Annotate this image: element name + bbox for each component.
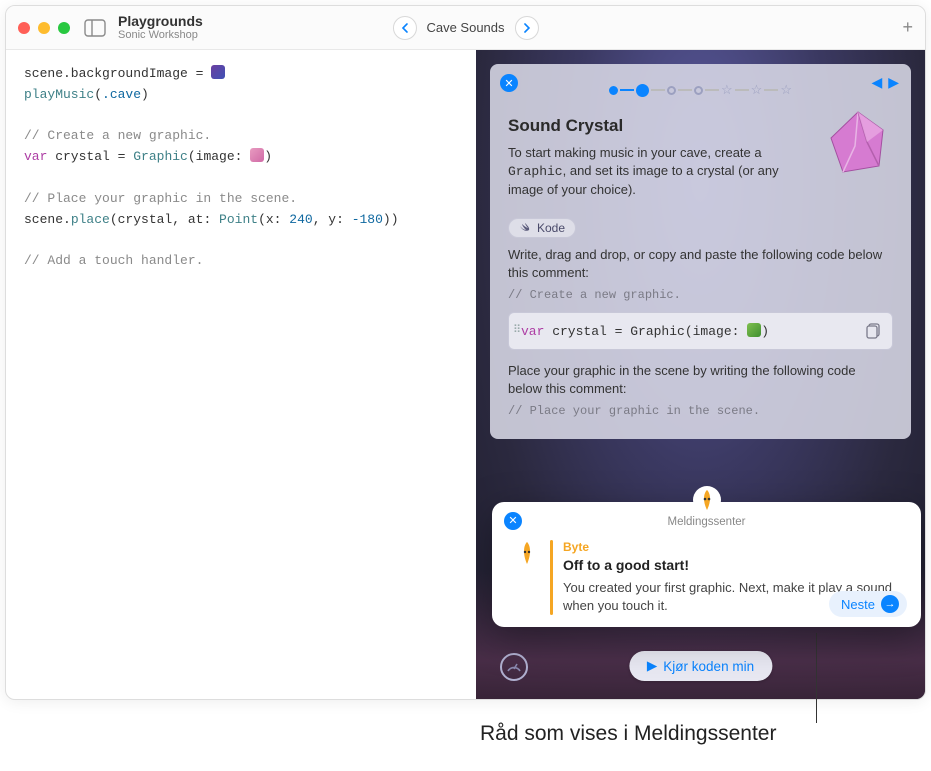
title-block: Playgrounds Sonic Workshop	[118, 14, 203, 41]
code-editor[interactable]: scene.backgroundImage = playMusic(.cave)…	[6, 50, 476, 699]
play-icon: ▶	[647, 658, 657, 674]
panel-close-button[interactable]: ✕	[500, 74, 518, 92]
step-pending-icon	[667, 86, 676, 95]
step-star-icon: ☆	[780, 82, 792, 98]
project-subtitle: Sonic Workshop	[118, 29, 203, 41]
app-window: Playgrounds Sonic Workshop Cave Sounds +…	[5, 5, 926, 700]
zoom-window-button[interactable]	[58, 22, 70, 34]
callout-line	[816, 633, 817, 723]
drag-handle-icon[interactable]: ⠿	[513, 323, 521, 337]
instruction-panel: ✕ ◀ ▶ ☆	[490, 64, 911, 439]
prev-page-button[interactable]	[392, 16, 416, 40]
arrow-right-icon: →	[881, 595, 899, 613]
close-window-button[interactable]	[18, 22, 30, 34]
app-title: Playgrounds	[118, 14, 203, 29]
message-center-card: ✕ Meldingssenter Byte Off to a good star…	[492, 502, 921, 627]
crystal-icon	[823, 108, 893, 178]
swift-icon	[519, 221, 532, 234]
message-center-title: Meldingssenter	[506, 514, 907, 528]
progress-steps[interactable]: ☆ ☆ ☆	[504, 82, 897, 98]
next-message-button[interactable]: Neste →	[829, 591, 907, 617]
speed-meter-button[interactable]	[500, 653, 528, 681]
image-literal-icon	[747, 323, 761, 337]
step-pending-icon	[694, 86, 703, 95]
copy-button[interactable]	[864, 321, 884, 341]
panel-page-arrows: ◀ ▶	[871, 74, 899, 91]
panel-next-button[interactable]: ▶	[888, 74, 899, 91]
sidebar-toggle-button[interactable]	[84, 19, 106, 37]
panel-instruction-2: Place your graphic in the scene by writi…	[508, 362, 893, 398]
live-view: ✕ ◀ ▶ ☆	[476, 50, 925, 699]
panel-description: To start making music in your cave, crea…	[508, 144, 798, 200]
comment-line: // Place your graphic in the scene.	[508, 404, 893, 418]
window-controls	[18, 22, 70, 34]
run-code-button[interactable]: ▶ Kjør koden min	[629, 651, 772, 681]
code-badge: Kode	[508, 218, 576, 238]
step-star-icon: ☆	[751, 82, 763, 98]
content-split: scene.backgroundImage = playMusic(.cave)…	[6, 50, 925, 699]
minimize-window-button[interactable]	[38, 22, 50, 34]
step-done-icon	[609, 86, 618, 95]
image-literal-icon	[250, 148, 264, 162]
titlebar: Playgrounds Sonic Workshop Cave Sounds +	[6, 6, 925, 50]
figure-caption: Råd som vises i Meldingssenter	[480, 722, 776, 746]
panel-instruction-1: Write, drag and drop, or copy and paste …	[508, 246, 893, 282]
page-title: Cave Sounds	[426, 20, 504, 35]
next-page-button[interactable]	[515, 16, 539, 40]
message-accent-stripe	[550, 540, 553, 615]
message-close-button[interactable]: ✕	[504, 512, 522, 530]
add-button[interactable]: +	[902, 17, 913, 38]
comment-line: // Create a new graphic.	[508, 288, 893, 302]
image-literal-icon	[211, 65, 225, 79]
step-star-icon: ☆	[721, 82, 733, 98]
step-current-icon	[636, 84, 649, 97]
panel-prev-button[interactable]: ◀	[871, 74, 882, 91]
code-snippet[interactable]: ⠿ var crystal = Graphic(image: )	[508, 312, 893, 350]
message-sender: Byte	[563, 540, 899, 554]
byte-avatar-icon	[514, 540, 540, 566]
byte-avatar-icon	[693, 486, 721, 514]
message-heading: Off to a good start!	[563, 557, 899, 573]
page-nav: Cave Sounds	[392, 16, 538, 40]
